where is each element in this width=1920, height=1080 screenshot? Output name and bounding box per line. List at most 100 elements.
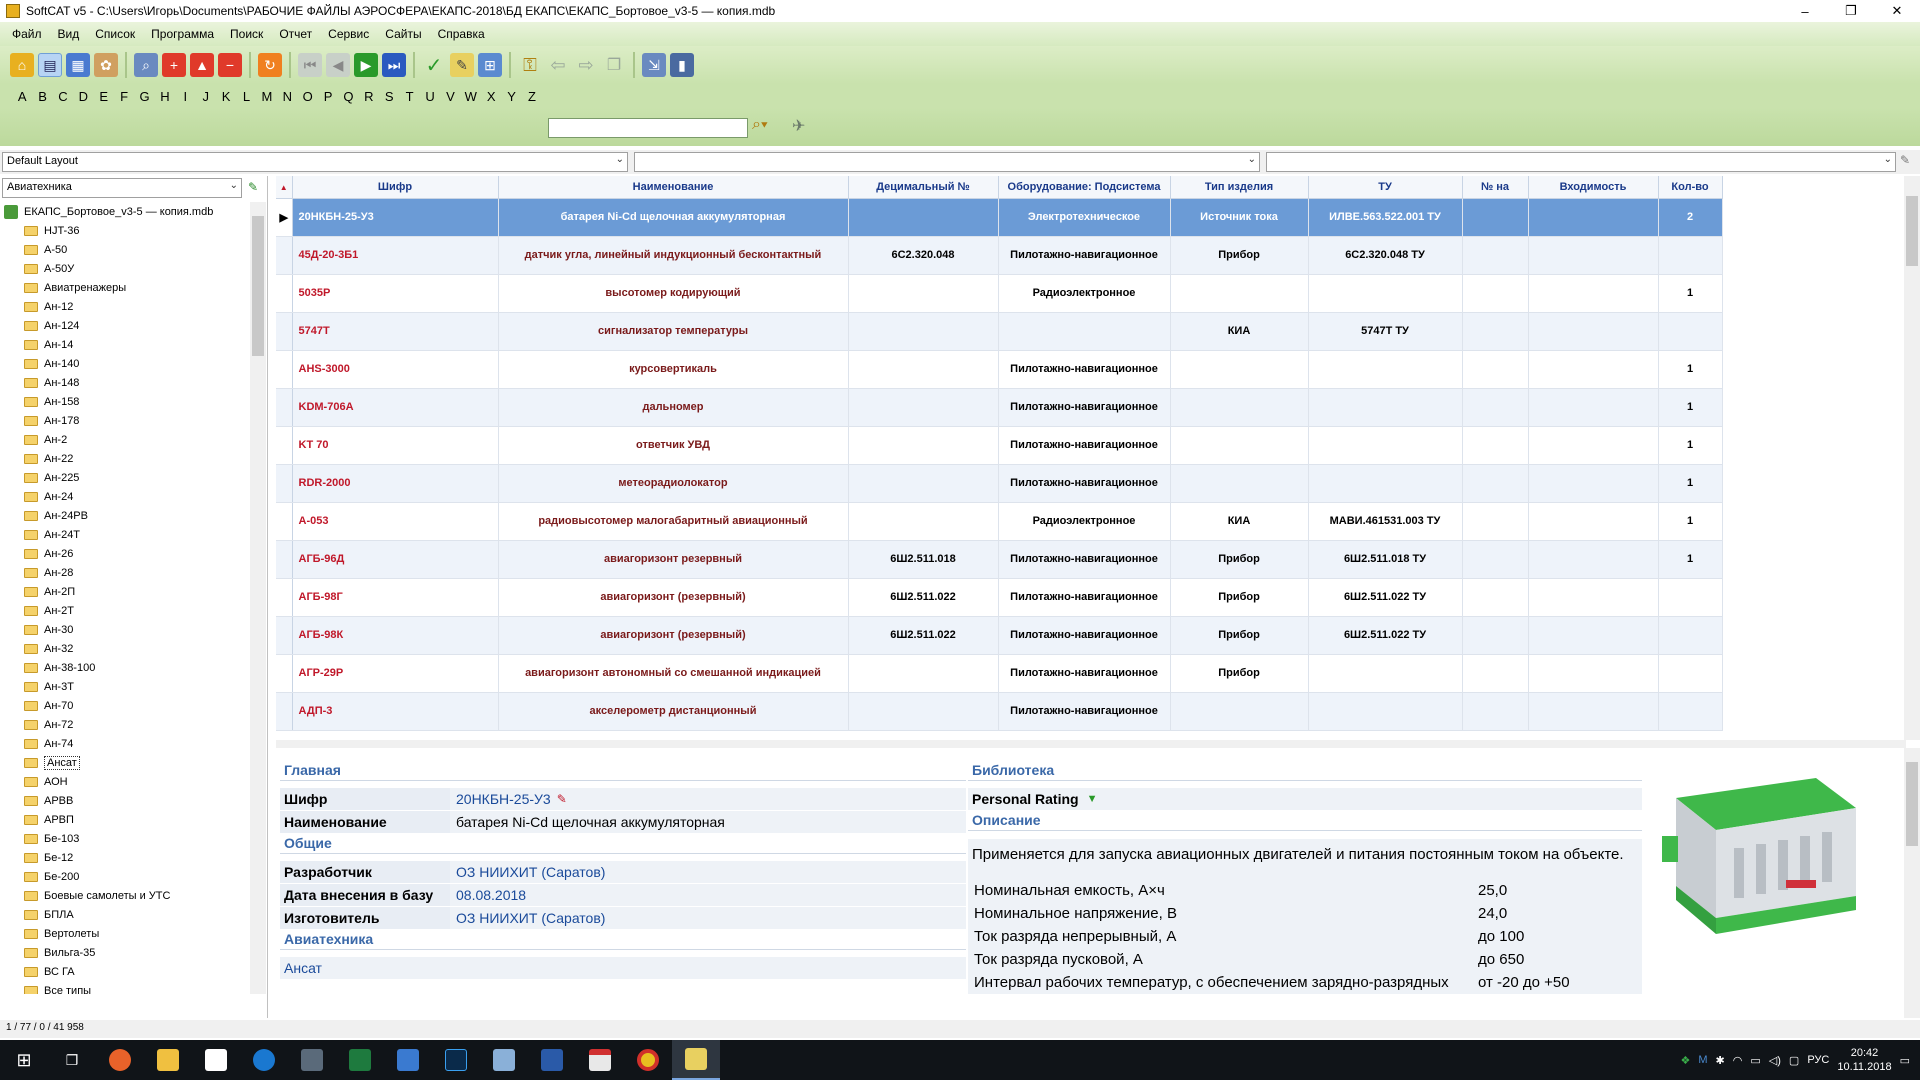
tree-item[interactable]: АРВП [0,810,250,829]
cell-code[interactable]: 20НКБН-25-У3 [292,198,499,237]
next-record-icon[interactable]: ▶ [354,53,378,77]
col-header-code[interactable]: Шифр [292,176,499,199]
tree-root[interactable]: ЕКАПС_Бортовое_v3-5 — копия.mdb [0,202,250,221]
table-row[interactable]: 5035Р высотомер кодирующий Радиоэлектронно… [276,274,1723,313]
add-record-icon[interactable]: + [162,53,186,77]
cell-inclusion[interactable] [1528,274,1659,313]
network-icon[interactable]: ▢ [1789,1054,1799,1067]
tree-item[interactable]: Вертолеты [0,924,250,943]
cell-quantity[interactable] [1658,578,1723,617]
pane-splitter[interactable] [276,740,1906,748]
cell-type[interactable] [1170,692,1309,731]
table-row[interactable]: AHS-3000 курсовертикаль Пилотажно-навигаци… [276,350,1723,389]
clock[interactable]: 20:42 10.11.2018 [1837,1046,1891,1074]
menu-sites[interactable]: Сайты [377,27,429,41]
cell-name[interactable]: авиагоризонт (резервный) [498,578,849,617]
table-row[interactable]: АГБ-98Г авиагоризонт (резервный) 6Ш2.511.0… [276,578,1723,617]
cell-code[interactable]: RDR-2000 [292,464,499,503]
cell-number[interactable] [1462,502,1529,541]
cell-code[interactable]: 5747Т [292,312,499,351]
forward-arrow-icon[interactable]: ⇨ [574,53,598,77]
prev-record-icon[interactable]: ◀ [326,53,350,77]
tree-item[interactable]: Бе-200 [0,867,250,886]
letter-l[interactable]: L [236,89,256,104]
cell-number[interactable] [1462,692,1529,731]
letter-u[interactable]: U [420,89,440,104]
filter-select-2[interactable]: ⌄ [634,152,1260,172]
tree-item[interactable]: Вильга-35 [0,943,250,962]
tree-item[interactable]: Ан-140 [0,354,250,373]
cell-tu[interactable] [1308,426,1463,465]
letter-p[interactable]: P [318,89,338,104]
col-header-decimal[interactable]: Децимальный № [848,176,999,199]
cell-tu[interactable] [1308,692,1463,731]
cell-number[interactable] [1462,464,1529,503]
tree-item[interactable]: Бе-103 [0,829,250,848]
tree-scroll-thumb[interactable] [252,216,264,356]
cell-type[interactable] [1170,350,1309,389]
cell-inclusion[interactable] [1528,350,1659,389]
cell-decimal[interactable]: 6Ш2.511.018 [848,540,999,579]
cell-tu[interactable] [1308,274,1463,313]
key-icon[interactable]: ⚿ [518,53,542,77]
letter-g[interactable]: G [134,89,154,104]
tree-item[interactable]: Ан-3Т [0,677,250,696]
tray-mail-icon[interactable]: M [1698,1054,1707,1066]
cell-tu[interactable]: ИЛВЕ.563.522.001 ТУ [1308,198,1463,237]
field-code-value[interactable]: 20НКБН-25-У3 [456,791,551,807]
cell-quantity[interactable]: 1 [1658,388,1723,427]
cell-decimal[interactable] [848,388,999,427]
field-manufacturer-value[interactable]: ОЗ НИИХИТ (Саратов) [450,906,966,929]
tree-item[interactable]: Бе-12 [0,848,250,867]
cell-name[interactable]: авиагоризонт автономный со смешанной инд… [498,654,849,693]
cell-quantity[interactable]: 1 [1658,540,1723,579]
cell-name[interactable]: акселерометр дистанционный [498,692,849,731]
cell-subsystem[interactable]: Пилотажно-навигационное [998,578,1171,617]
cell-inclusion[interactable] [1528,540,1659,579]
cell-decimal[interactable]: 6Ш2.511.022 [848,616,999,655]
tree-item[interactable]: Ан-70 [0,696,250,715]
tree-item[interactable]: А-50У [0,259,250,278]
letter-s[interactable]: S [379,89,399,104]
cell-tu[interactable] [1308,388,1463,427]
cell-subsystem[interactable]: Пилотажно-навигационное [998,654,1171,693]
cell-quantity[interactable]: 1 [1658,426,1723,465]
cell-subsystem[interactable]: Радиоэлектронное [998,274,1171,313]
table-view-icon[interactable]: ▦ [66,53,90,77]
tree-item[interactable]: Авиатренажеры [0,278,250,297]
letter-a[interactable]: A [12,89,32,104]
last-record-icon[interactable]: ⏭ [382,53,406,77]
taskbar-app-3[interactable] [480,1040,528,1080]
notifications-icon[interactable]: ▭ [1900,1054,1910,1067]
cell-tu[interactable] [1308,350,1463,389]
table-row[interactable]: 45Д-20-3Б1 датчик угла, линейный индукцио… [276,236,1723,275]
cell-number[interactable] [1462,616,1529,655]
grid-scrollbar[interactable] [1904,176,1920,740]
cell-inclusion[interactable] [1528,388,1659,427]
tree-item[interactable]: БПЛА [0,905,250,924]
menu-report[interactable]: Отчет [271,27,320,41]
letter-f[interactable]: F [114,89,134,104]
cell-decimal[interactable]: 6С2.320.048 [848,236,999,275]
cell-type[interactable] [1170,388,1309,427]
cell-inclusion[interactable] [1528,502,1659,541]
wifi-icon[interactable]: ◠ [1733,1054,1743,1067]
cell-type[interactable]: Прибор [1170,578,1309,617]
tree-item[interactable]: Ан-14 [0,335,250,354]
cell-code[interactable]: АГБ-98Г [292,578,499,617]
export-icon[interactable]: ⇲ [642,53,666,77]
cell-number[interactable] [1462,198,1529,237]
cell-quantity[interactable] [1658,654,1723,693]
table-row[interactable]: АГБ-96Д авиагоризонт резервный 6Ш2.511.018… [276,540,1723,579]
tree-item[interactable]: Ан-26 [0,544,250,563]
search-input[interactable] [548,118,748,138]
letter-c[interactable]: C [53,89,73,104]
cell-type[interactable]: КИА [1170,312,1309,351]
filter-icon[interactable]: ✈ [792,116,822,140]
cell-subsystem[interactable]: Электротехническое [998,198,1171,237]
letter-z[interactable]: Z [522,89,542,104]
clear-filter-icon[interactable]: ✎ [1900,153,1910,167]
cell-number[interactable] [1462,350,1529,389]
letter-d[interactable]: D [73,89,93,104]
cell-code[interactable]: АГБ-96Д [292,540,499,579]
